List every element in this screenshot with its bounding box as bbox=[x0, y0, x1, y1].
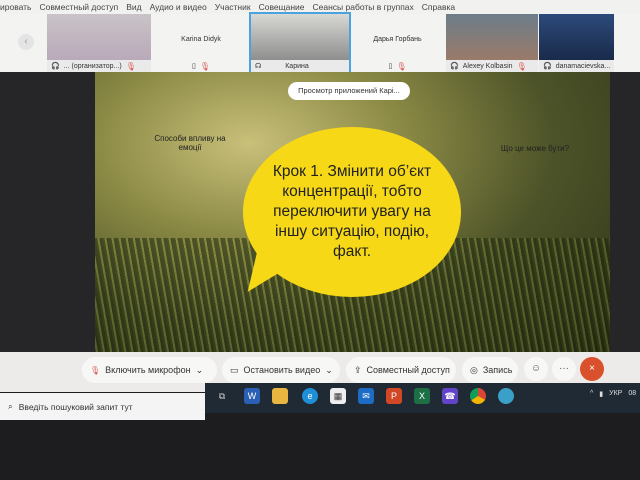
shared-slide: Способи впливу на емоції Що це може бути… bbox=[95, 72, 610, 358]
participant-video bbox=[539, 14, 614, 60]
participant-tile-active[interactable]: ☊ Карина bbox=[249, 12, 351, 74]
menu-participant[interactable]: Участник bbox=[215, 2, 251, 12]
mic-muted-icon: 🎙 bbox=[516, 61, 527, 71]
participant-name: Дарья Горбань bbox=[373, 36, 422, 43]
task-view-icon[interactable]: ⧉ bbox=[214, 388, 230, 404]
record-button[interactable]: ◎ Запись bbox=[462, 357, 518, 383]
participant-video bbox=[47, 14, 151, 60]
menu-help[interactable]: Справка bbox=[422, 2, 455, 12]
headset-icon: 🎧 bbox=[51, 63, 60, 70]
store-icon[interactable]: ▦ bbox=[330, 388, 346, 404]
file-explorer-icon[interactable] bbox=[272, 388, 288, 404]
microphone-icon[interactable]: ▮ bbox=[599, 390, 603, 398]
mail-icon[interactable]: ✉ bbox=[358, 388, 374, 404]
participant-name: Karina Didyk bbox=[181, 36, 221, 43]
leave-button[interactable]: × bbox=[580, 357, 604, 381]
phone-icon: ▯ bbox=[191, 63, 196, 70]
participant-tile[interactable]: 🎧 Alexey Kolbasin 🎙 bbox=[446, 14, 538, 72]
menu-meeting[interactable]: Совещание bbox=[259, 2, 305, 12]
chevron-down-icon[interactable]: ⌄ bbox=[196, 365, 204, 376]
mic-muted-icon: 🎙 bbox=[90, 365, 101, 375]
webex-icon[interactable] bbox=[498, 388, 514, 404]
reactions-button[interactable]: ☺ bbox=[524, 357, 548, 381]
mic-muted-icon: 🎙 bbox=[199, 61, 210, 71]
chevron-up-icon[interactable]: ^ bbox=[590, 390, 593, 398]
headset-icon: 🎧 bbox=[450, 63, 459, 70]
mic-muted-icon: 🎙 bbox=[125, 61, 136, 71]
participant-tile[interactable]: 🎧 danamacievska... bbox=[539, 14, 614, 72]
menu-edit[interactable]: ировать bbox=[0, 2, 32, 12]
participant-video bbox=[446, 14, 538, 60]
stop-video-label: Остановить видео bbox=[243, 365, 321, 375]
unmute-button[interactable]: 🎙 Включить микрофон ⌄ bbox=[82, 357, 217, 383]
share-icon: ⇪ bbox=[354, 364, 362, 375]
smiley-icon: ☺ bbox=[530, 363, 542, 374]
menu-view[interactable]: Вид bbox=[126, 2, 141, 12]
slide-right-text: Що це може бути? bbox=[500, 144, 570, 153]
chrome-icon[interactable] bbox=[470, 388, 486, 404]
participant-tile[interactable]: 🎧... (организатор...) 🎙 bbox=[47, 14, 151, 72]
record-icon: ◎ bbox=[470, 364, 478, 375]
participant-name: danamacievska... bbox=[555, 62, 611, 70]
slide-left-text: Способи впливу на емоції bbox=[154, 134, 226, 152]
viber-icon[interactable]: ☎ bbox=[442, 388, 458, 404]
phone-icon: ▯ bbox=[388, 63, 393, 70]
bubble-text: Крок 1. Змінити об’єкт концентрації, тоб… bbox=[272, 163, 432, 260]
clock[interactable]: 08 bbox=[628, 390, 636, 398]
share-button[interactable]: ⇪ Совместный доступ bbox=[346, 357, 456, 383]
menu-share[interactable]: Совместный доступ bbox=[40, 2, 119, 12]
participant-tile[interactable]: Karina Didyk ▯ 🎙 bbox=[152, 14, 250, 72]
speaking-icon: ☊ bbox=[255, 63, 262, 70]
chevron-down-icon[interactable]: ⌄ bbox=[325, 365, 333, 376]
search-placeholder: Введіть пошуковий запит тут bbox=[18, 401, 133, 412]
speech-bubble: Крок 1. Змінити об’єкт концентрації, тоб… bbox=[243, 127, 461, 297]
scroll-left-button[interactable]: ‹ bbox=[18, 34, 34, 50]
unmute-label: Включить микрофон bbox=[105, 365, 191, 375]
search-icon: ⌕ bbox=[8, 401, 13, 411]
language-indicator[interactable]: УКР bbox=[609, 390, 622, 398]
record-label: Запись bbox=[482, 365, 513, 375]
camera-icon: ▭ bbox=[230, 364, 239, 375]
participant-name: ... (организатор...) bbox=[63, 62, 122, 70]
system-tray: ^ ▮ УКР 08 bbox=[590, 390, 636, 398]
headset-icon: 🎧 bbox=[543, 63, 552, 70]
participant-tile[interactable]: Дарья Горбань ▯ 🎙 bbox=[350, 14, 445, 72]
menu-bar: ировать Совместный доступ Вид Аудио и ви… bbox=[0, 0, 640, 14]
excel-icon[interactable]: X bbox=[414, 388, 430, 404]
participant-name: Alexey Kolbasin bbox=[462, 62, 513, 70]
mic-muted-icon: 🎙 bbox=[396, 61, 407, 71]
stop-video-button[interactable]: ▭ Остановить видео ⌄ bbox=[222, 357, 340, 383]
word-icon[interactable]: W bbox=[244, 388, 260, 404]
participant-name: Карина bbox=[285, 62, 309, 70]
menu-breakout[interactable]: Сеансы работы в группах bbox=[313, 2, 414, 12]
viewing-app-pill[interactable]: Просмотр приложений Карі... bbox=[288, 82, 410, 100]
more-button[interactable]: ··· bbox=[552, 357, 576, 381]
edge-icon[interactable]: e bbox=[302, 388, 318, 404]
powerpoint-icon[interactable]: P bbox=[386, 388, 402, 404]
share-label: Совместный доступ bbox=[366, 365, 450, 375]
taskbar-search[interactable]: ⌕ Введіть пошуковий запит тут bbox=[0, 393, 205, 420]
menu-audio-video[interactable]: Аудио и видео bbox=[150, 2, 207, 12]
participant-video bbox=[251, 14, 349, 60]
